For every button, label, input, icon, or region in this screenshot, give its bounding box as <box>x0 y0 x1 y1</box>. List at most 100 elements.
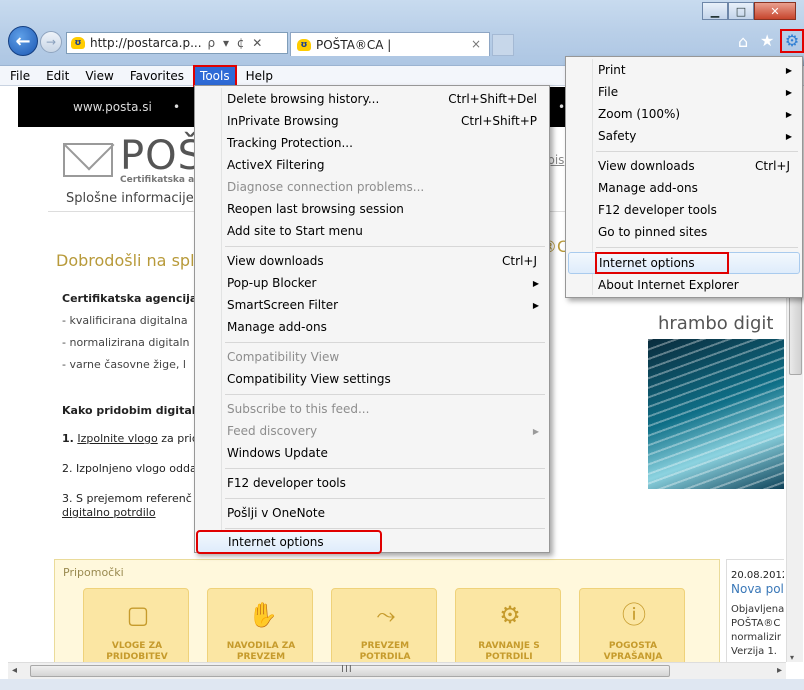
menu-item-label: InPrivate Browsing <box>227 114 339 128</box>
nav-general-info[interactable]: Splošne informacije <box>66 191 194 206</box>
menu-help[interactable]: Help <box>238 67 281 85</box>
menu-item-view-downloads[interactable]: View downloads Ctrl+J <box>197 250 547 272</box>
tab-favicon-icon: ʊ <box>297 38 311 51</box>
menu-file[interactable]: File <box>2 67 38 85</box>
menu-item-label: Windows Update <box>227 446 328 460</box>
address-text: http://postarca.p... <box>90 36 202 50</box>
address-bar[interactable]: ʊ http://postarca.p... ρ ▾ ¢ ✕ <box>66 32 288 54</box>
menu-edit[interactable]: Edit <box>38 67 77 85</box>
menu-item-shortcut: Ctrl+Shift+P <box>461 114 537 128</box>
menu-item-send-onenote[interactable]: Pošlji v OneNote <box>197 502 547 524</box>
gear-menu-f12-tools[interactable]: F12 developer tools <box>568 199 800 221</box>
gear-menu-about-ie[interactable]: About Internet Explorer <box>568 274 800 296</box>
home-icon[interactable]: ⌂ <box>738 32 748 51</box>
maximize-button[interactable]: □ <box>728 2 754 20</box>
gear-menu-internet-options[interactable]: Internet options <box>568 252 800 274</box>
menu-item-f12-tools[interactable]: F12 developer tools <box>197 472 547 494</box>
horizontal-scrollbar[interactable]: ◂ III ▸ <box>8 662 786 679</box>
scroll-right-arrow-icon[interactable]: ▸ <box>777 665 782 676</box>
submenu-arrow-icon: ▶ <box>785 131 792 141</box>
scroll-left-arrow-icon[interactable]: ◂ <box>12 665 17 676</box>
tools-gear-button[interactable]: ⚙ <box>780 29 804 53</box>
fill-application-link[interactable]: Izpolnite vlogo <box>77 432 157 445</box>
menu-item-label: ActiveX Filtering <box>227 158 325 172</box>
back-button[interactable]: ← <box>8 26 38 56</box>
news-title-link[interactable]: Nova pol <box>731 582 784 596</box>
menu-item-compat-settings[interactable]: Compatibility View settings <box>197 368 547 390</box>
tool-label-line1: RAVNANJE S <box>478 641 540 651</box>
address-search-refresh-stop-icons[interactable]: ρ ▾ ¢ ✕ <box>208 36 265 50</box>
tab-close-icon[interactable]: × <box>471 37 481 51</box>
gear-menu-view-downloads[interactable]: View downloads Ctrl+J <box>568 155 800 177</box>
menu-item-label: SmartScreen Filter <box>227 298 339 312</box>
menu-item-label: Pop-up Blocker <box>227 276 317 290</box>
menu-separator <box>225 246 545 247</box>
digital-certificate-link[interactable]: digitalno potrdilo <box>62 506 156 519</box>
tool-label-line1: NAVODILA ZA <box>226 641 296 651</box>
new-tab-button[interactable] <box>492 34 514 56</box>
news-date: 20.08.2012 <box>731 570 784 581</box>
gears-icon: ⚙ <box>499 601 521 629</box>
tab-posta-ca[interactable]: ʊ POŠTA®CA | × <box>290 32 490 56</box>
menu-item-label: F12 developer tools <box>227 476 346 490</box>
menu-item-feed-discovery: Feed discovery ▶ <box>197 420 547 442</box>
gear-menu-zoom[interactable]: Zoom (100%) ▶ <box>568 103 800 125</box>
menu-item-internet-options[interactable]: Internet options <box>196 530 382 554</box>
submenu-arrow-icon: ▶ <box>532 426 539 436</box>
menu-item-popup-blocker[interactable]: Pop-up Blocker ▶ <box>197 272 547 294</box>
menu-item-add-to-start[interactable]: Add site to Start menu <box>197 220 547 242</box>
gear-menu-print[interactable]: Print ▶ <box>568 59 800 81</box>
menu-item-windows-update[interactable]: Windows Update <box>197 442 547 464</box>
tool-label-line2: VPRAŠANJA <box>603 652 663 662</box>
tool-card-faq[interactable]: ⓘ POGOSTA VPRAŠANJA <box>579 588 685 662</box>
gear-menu-safety[interactable]: Safety ▶ <box>568 125 800 147</box>
gear-menu-pinned-sites[interactable]: Go to pinned sites <box>568 221 800 243</box>
submenu-arrow-icon: ▶ <box>785 109 792 119</box>
gear-menu: Print ▶ File ▶ Zoom (100%) ▶ Safety ▶ View d… <box>565 56 803 298</box>
tool-label-line2: PREVZEM <box>236 652 286 662</box>
menu-item-tracking-protection[interactable]: Tracking Protection... <box>197 132 547 154</box>
favorites-star-icon[interactable]: ★ <box>760 31 774 50</box>
minimize-button[interactable]: ▁ <box>702 2 728 20</box>
menu-item-label: Print <box>598 63 626 77</box>
vertical-scroll-thumb[interactable] <box>789 285 802 375</box>
forward-button[interactable]: → <box>40 31 62 53</box>
menu-item-smartscreen[interactable]: SmartScreen Filter ▶ <box>197 294 547 316</box>
menu-item-delete-history[interactable]: Delete browsing history... Ctrl+Shift+Del <box>197 88 547 110</box>
news-panel: 20.08.2012 Nova pol Objavljena POŠTA®C n… <box>726 559 784 662</box>
menu-item-manage-addons[interactable]: Manage add-ons <box>197 316 547 338</box>
menu-view[interactable]: View <box>77 67 121 85</box>
tool-label-line1: VLOGE ZA <box>111 641 163 651</box>
tool-label: VLOGE ZA PRIDOBITEV <box>84 641 190 662</box>
scroll-down-arrow-icon[interactable]: ▾ <box>790 653 794 662</box>
menu-separator <box>225 528 545 529</box>
gear-menu-file[interactable]: File ▶ <box>568 81 800 103</box>
list-item: - kvalificirana digitalna <box>62 314 188 327</box>
tool-label-line2: POTRDILI <box>485 652 533 662</box>
tools-menu: Delete browsing history... Ctrl+Shift+Del… <box>194 85 550 554</box>
menu-item-compat-view: Compatibility View <box>197 346 547 368</box>
menu-item-activex-filtering[interactable]: ActiveX Filtering <box>197 154 547 176</box>
menu-tools[interactable]: Tools <box>193 64 237 87</box>
clipboard-icon: ▢ <box>126 601 150 629</box>
step-1: 1. Izpolnite vlogo za prid <box>62 432 199 445</box>
site-tagline: Certifikatska ag <box>120 175 201 185</box>
tool-card-instructions[interactable]: ✋ NAVODILA ZA PREVZEM <box>207 588 313 662</box>
menu-item-reopen-session[interactable]: Reopen last browsing session <box>197 198 547 220</box>
site-url-link[interactable]: www.posta.si <box>73 100 152 114</box>
hands-icon: ✋ <box>248 601 278 629</box>
tool-card-applications[interactable]: ▢ VLOGE ZA PRIDOBITEV <box>83 588 189 662</box>
horizontal-scroll-thumb[interactable]: III <box>30 664 670 677</box>
tool-card-pickup[interactable]: ⤳ PREVZEM POTRDILA <box>331 588 437 662</box>
certificate-icon: ⤳ <box>376 601 396 629</box>
how-to-heading: Kako pridobim digitalno <box>62 404 211 417</box>
menu-item-label: Add site to Start menu <box>227 224 363 238</box>
menu-favorites[interactable]: Favorites <box>122 67 192 85</box>
gear-menu-manage-addons[interactable]: Manage add-ons <box>568 177 800 199</box>
menu-item-label: Go to pinned sites <box>598 225 708 239</box>
list-item: - varne časovne žige, l <box>62 358 186 371</box>
menu-item-inprivate[interactable]: InPrivate Browsing Ctrl+Shift+P <box>197 110 547 132</box>
tool-card-handling[interactable]: ⚙ RAVNANJE S POTRDILI <box>455 588 561 662</box>
close-button[interactable]: ✕ <box>754 2 796 20</box>
menu-item-label: Compatibility View settings <box>227 372 391 386</box>
